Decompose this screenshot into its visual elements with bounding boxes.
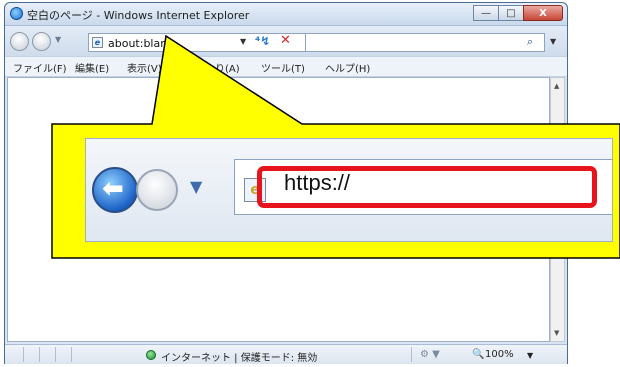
zoomed-address-bar: ⬅ ▼ e https:// [85,138,613,242]
zoomed-address-field: e https:// [234,159,612,215]
red-highlight-box [257,166,597,208]
zoomed-navbar: ⬅ ▼ e https:// [86,139,612,241]
back-arrow-icon: ⬅ [102,174,124,204]
zoomed-back-icon: ⬅ [92,167,138,213]
zoomed-dropdown-icon: ▼ [190,177,203,196]
zoomed-forward-icon [136,169,178,211]
